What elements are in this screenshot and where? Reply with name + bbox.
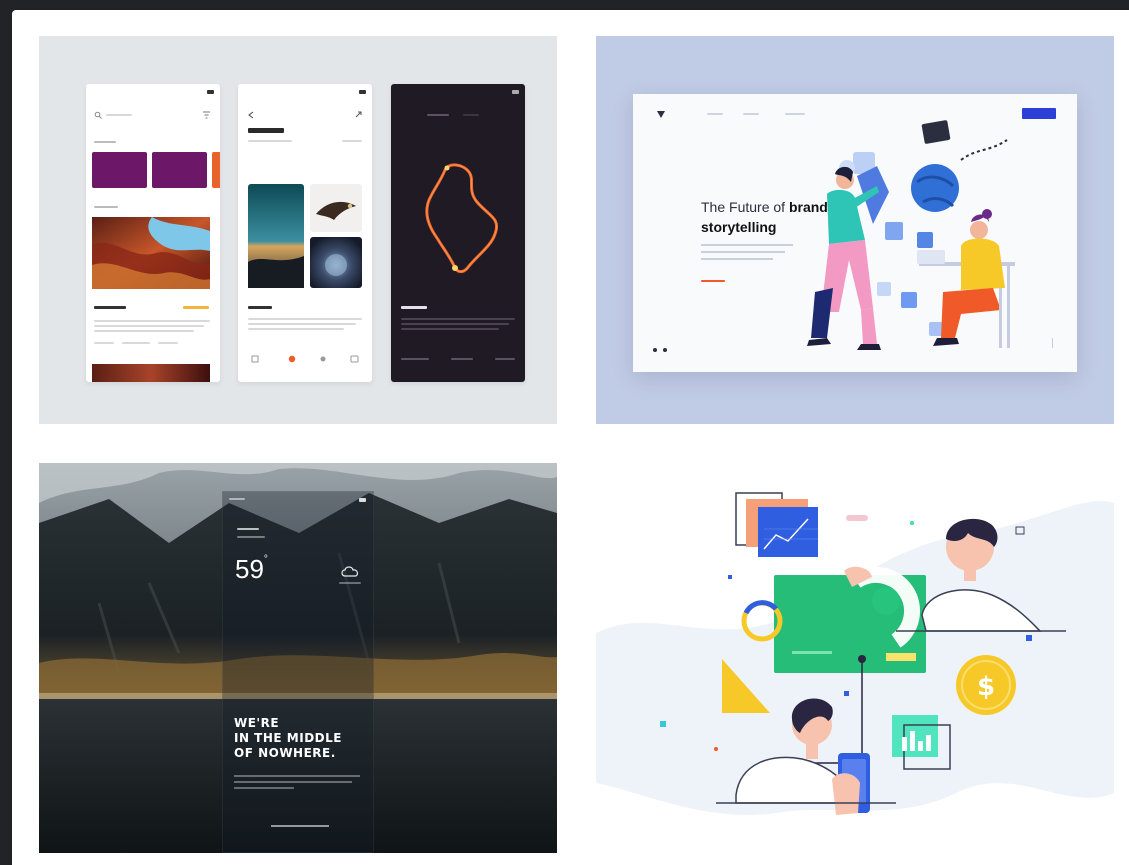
finance-illustration: $ <box>596 492 1114 816</box>
canyon-photo <box>92 364 210 382</box>
battery-icon <box>207 90 214 94</box>
hero-cta-link[interactable] <box>701 280 725 282</box>
calendar-icon <box>251 355 259 363</box>
battery-icon <box>359 90 366 94</box>
battery-icon <box>359 498 366 502</box>
slider-dot[interactable] <box>653 348 657 352</box>
team-illustration <box>807 120 1015 350</box>
shot-card-brand-landing[interactable]: The Future of brand storytelling <box>596 36 1114 424</box>
phone-screen-gallery <box>238 84 372 382</box>
nav-item[interactable] <box>743 113 759 115</box>
shot-card-weather-app[interactable]: 59° WE'RE IN THE MIDDLE OF NOWHERE. <box>39 463 557 853</box>
rating-stars <box>183 306 209 309</box>
eagle-photo[interactable] <box>310 184 362 232</box>
clapperboard-icon <box>921 120 951 144</box>
filter-icon <box>203 111 210 119</box>
brand-logo-icon <box>657 111 665 118</box>
weather-phone-overlay: 59° <box>222 491 374 853</box>
location-title <box>248 128 284 133</box>
nav-item[interactable] <box>707 113 723 115</box>
route-pin-icon <box>452 265 458 271</box>
shots-grid: The Future of brand storytelling 59° WE'… <box>12 10 1129 865</box>
battery-icon <box>512 90 519 94</box>
route-pin-icon <box>444 165 450 171</box>
slider-dot[interactable] <box>663 348 667 352</box>
scroll-indicator <box>1052 338 1053 348</box>
phone-screen-route-map <box>391 84 525 382</box>
shot-card-finance-illustration[interactable]: $ <box>596 463 1114 853</box>
back-arrow-icon[interactable] <box>247 111 255 119</box>
temperature-reading: 59° <box>235 554 268 584</box>
bottom-tab-bar <box>251 355 359 363</box>
phone-screen-explore <box>86 84 220 382</box>
chart-card <box>758 507 818 557</box>
canyon-photo[interactable] <box>92 217 210 289</box>
weather-headline: WE'RE IN THE MIDDLE OF NOWHERE. <box>234 716 342 760</box>
shot-card-mobile-app[interactable] <box>39 36 557 424</box>
category-card[interactable] <box>212 152 220 188</box>
coin-symbol: $ <box>977 672 995 702</box>
share-icon[interactable] <box>354 110 363 119</box>
category-card[interactable] <box>152 152 207 188</box>
home-icon <box>288 355 296 363</box>
landing-page-mockup: The Future of brand storytelling <box>633 94 1077 372</box>
pin-icon <box>320 356 326 362</box>
weather-date <box>237 528 259 530</box>
route-map[interactable] <box>405 154 509 284</box>
user-icon <box>350 355 359 363</box>
earth-photo[interactable] <box>310 237 362 288</box>
cloud-icon <box>341 566 359 577</box>
category-card[interactable] <box>92 152 147 188</box>
search-icon <box>94 111 102 119</box>
home-indicator <box>271 825 329 827</box>
ocean-photo[interactable] <box>248 184 304 288</box>
